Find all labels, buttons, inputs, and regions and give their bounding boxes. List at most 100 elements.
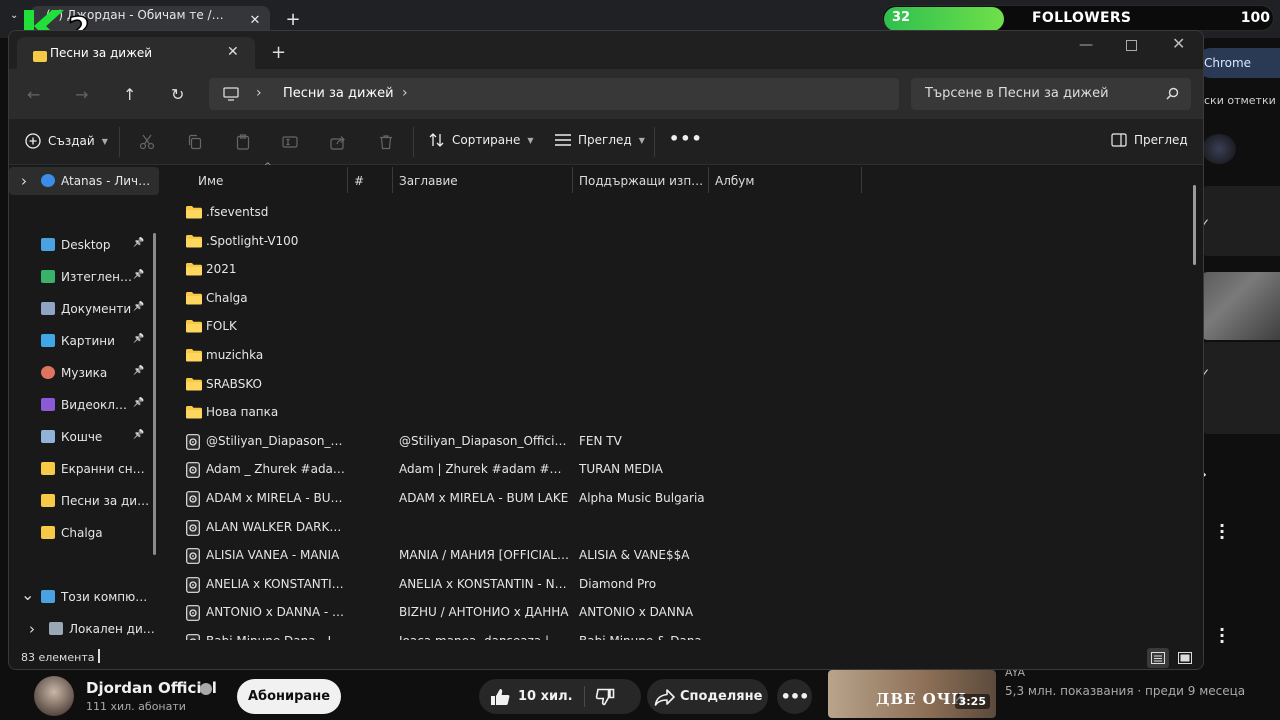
tiles-view-button[interactable] xyxy=(1175,648,1195,668)
more-icon[interactable]: · · · xyxy=(1217,622,1227,650)
nav-item[interactable]: ⌄ Този компютър xyxy=(9,583,159,611)
column-header-artists[interactable]: Поддържащи изпълнители xyxy=(579,174,705,188)
file-row[interactable]: @Stiliyan_Diapason_Official @Stiliyan_Dia… xyxy=(166,427,1186,455)
nav-item[interactable]: Картини 📌 xyxy=(9,327,159,355)
computer-icon[interactable] xyxy=(223,87,239,101)
pin-icon[interactable]: 📌 xyxy=(133,366,144,376)
pin-icon[interactable]: 📌 xyxy=(133,302,144,312)
delete-icon[interactable] xyxy=(378,134,394,150)
channel-name[interactable]: Djordan Official xyxy=(86,679,217,697)
folder-row[interactable]: Chalga xyxy=(166,284,1186,312)
file-scrollbar[interactable] xyxy=(1193,185,1196,265)
new-label: Създай xyxy=(48,134,95,148)
folder-row[interactable]: .fseventsd xyxy=(166,198,1186,226)
nav-item[interactable]: › Локален диск (C:) xyxy=(9,615,159,643)
chevron-right-icon[interactable]: › xyxy=(29,620,35,638)
folder-row[interactable]: .Spotlight-V100 xyxy=(166,227,1186,255)
details-pane-button[interactable]: Преглед xyxy=(1111,133,1188,147)
new-tab-icon[interactable]: + xyxy=(271,42,286,63)
nav-item[interactable]: Песни за дижей xyxy=(9,487,159,515)
more-options-icon[interactable]: ••• xyxy=(669,129,703,148)
dislike-icon[interactable] xyxy=(595,688,615,706)
chevron-right-icon[interactable]: › xyxy=(402,85,408,101)
nav-item[interactable]: Музика 📌 xyxy=(9,359,159,387)
column-header-album[interactable]: Албум xyxy=(715,174,855,188)
nav-item[interactable]: Desktop 📌 xyxy=(9,231,159,259)
related-video-thumbnail[interactable]: ДВЕ ОЧИ 3:25 xyxy=(828,670,996,718)
chevron-right-icon[interactable]: › xyxy=(256,85,262,101)
folder-row[interactable]: SRABSKO xyxy=(166,370,1186,398)
side-thumbnail[interactable] xyxy=(1200,272,1280,340)
paste-icon[interactable] xyxy=(235,134,251,150)
copy-icon[interactable] xyxy=(187,134,203,150)
more-actions-button[interactable]: ••• xyxy=(777,679,812,714)
column-header-title[interactable]: Заглавие xyxy=(399,174,569,188)
side-card[interactable] xyxy=(1200,186,1280,256)
column-divider[interactable] xyxy=(861,167,862,193)
up-arrow-icon[interactable]: ↑ xyxy=(123,85,136,104)
column-divider[interactable] xyxy=(708,167,709,193)
nav-item[interactable]: › Atanas - Личен xyxy=(9,167,159,195)
bookmarks-label[interactable]: ски отметки xyxy=(1204,94,1276,107)
column-header-name[interactable]: Име xyxy=(198,174,338,188)
like-count[interactable]: 10 хил. xyxy=(518,689,573,704)
folder-row[interactable]: FOLK xyxy=(166,312,1186,340)
cut-icon[interactable] xyxy=(139,134,155,150)
details-view-button[interactable] xyxy=(1147,648,1169,668)
folder-row[interactable]: muzichka xyxy=(166,341,1186,369)
folder-row[interactable]: Нова папка xyxy=(166,398,1186,426)
rename-icon[interactable] xyxy=(282,134,298,150)
file-row[interactable]: ADAM x MIRELA - BUM LAKE ADAM x MIRELA - … xyxy=(166,484,1186,512)
nav-item[interactable]: Екранни снимки xyxy=(9,455,159,483)
new-button[interactable]: Създай ▼ xyxy=(25,133,108,149)
file-name: ALAN WALKER DARKNESS xyxy=(206,519,350,534)
column-divider[interactable] xyxy=(347,167,348,193)
close-window-icon[interactable]: ✕ xyxy=(1172,34,1185,53)
pin-icon[interactable]: 📌 xyxy=(133,238,144,248)
address-bar[interactable]: › Песни за дижей › xyxy=(209,78,899,110)
maximize-icon[interactable] xyxy=(1126,40,1137,51)
share-button[interactable]: Споделяне xyxy=(647,679,768,714)
column-divider[interactable] xyxy=(392,167,393,193)
file-row[interactable]: Adam _ Zhurek #adam #Zhurek Adam | Zhurek… xyxy=(166,455,1186,483)
channel-avatar[interactable] xyxy=(34,676,74,716)
close-tab-icon[interactable]: ✕ xyxy=(227,44,239,60)
folder-row[interactable]: 2021 xyxy=(166,255,1186,283)
file-row[interactable]: ANELIA x KONSTANTIN - NYAMA ANELIA x KONS… xyxy=(166,570,1186,598)
back-arrow-icon[interactable]: ← xyxy=(27,85,40,104)
file-row[interactable]: ALISIA VANEA - MANIA MANIA / МАНИЯ [OFFIC… xyxy=(166,541,1186,569)
nav-scrollbar[interactable] xyxy=(153,233,156,555)
sort-button[interactable]: Сортиране ▼ xyxy=(429,133,533,147)
more-icon[interactable]: · · · xyxy=(1217,518,1227,546)
folder-icon xyxy=(41,494,55,507)
new-tab-icon[interactable]: + xyxy=(284,8,302,30)
minimize-icon[interactable]: — xyxy=(1079,37,1093,53)
side-card[interactable] xyxy=(1200,342,1280,434)
view-button[interactable]: Преглед ▼ xyxy=(555,133,645,147)
pin-icon[interactable]: 📌 xyxy=(133,270,144,280)
nav-item[interactable]: Chalga xyxy=(9,519,159,547)
breadcrumb[interactable]: Песни за дижей xyxy=(283,86,394,101)
chevron-right-icon[interactable]: › xyxy=(21,172,27,190)
file-row[interactable]: ALAN WALKER DARKNESS xyxy=(166,513,1186,541)
subscribe-button[interactable]: Абониране xyxy=(237,679,341,714)
nav-item[interactable]: Документи 📌 xyxy=(9,295,159,323)
pin-icon[interactable]: 📌 xyxy=(133,398,144,408)
pin-icon[interactable]: 📌 xyxy=(133,430,144,440)
close-icon[interactable]: ✕ xyxy=(246,11,264,29)
nav-item[interactable]: Кошче 📌 xyxy=(9,423,159,451)
refresh-icon[interactable]: ↻ xyxy=(171,85,184,104)
like-icon[interactable] xyxy=(490,688,510,706)
column-header-number[interactable]: # xyxy=(354,174,384,188)
share-icon[interactable] xyxy=(330,134,346,150)
nav-item[interactable]: Изтеглени файлове📌 xyxy=(9,263,159,291)
pin-icon[interactable]: 📌 xyxy=(133,334,144,344)
forward-arrow-icon[interactable]: → xyxy=(75,85,88,104)
column-divider[interactable] xyxy=(572,167,573,193)
chevron-down-icon[interactable]: ⌄ xyxy=(21,585,34,604)
nav-item[interactable]: Видеоклипове📌 xyxy=(9,391,159,419)
search-input[interactable]: Търсене в Песни за дижей xyxy=(911,78,1191,110)
avatar[interactable] xyxy=(1202,134,1236,164)
file-row[interactable]: ANTONIO x DANNA - BIZHU BIZHU / АНТОНИО x… xyxy=(166,598,1186,626)
tab-search-icon[interactable]: ⌄ xyxy=(10,10,18,21)
